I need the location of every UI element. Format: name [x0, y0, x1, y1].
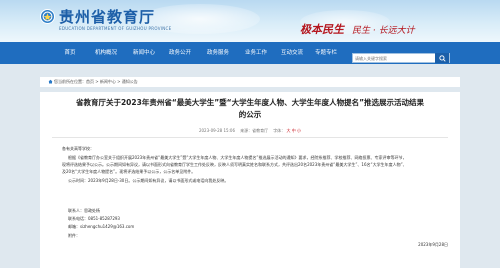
contact-email: 邮箱：sizhengchu1429@163.com [68, 224, 135, 229]
meta-date: 2023-09-28 15:06 [198, 128, 235, 133]
body-line-3: 及20名“大学生年度人物提名”。现将评选结果予以公示，公示名单见附件。 [62, 169, 196, 174]
breadcrumb-text[interactable]: 您当前所在位置：首页 > 新闻中心 > 通知公告 [54, 79, 138, 84]
search-box [352, 53, 450, 63]
site-header: 贵州省教育厅 EDUCATION DEPARTMENT OF GUIZHOU P… [0, 0, 500, 42]
nav-item-interaction[interactable]: 互动交流 [278, 42, 306, 64]
body-line-2: 现将评选结果予以公示。公示期间如有异议，请以书面形式向省教育厅学生工作处反映，反… [62, 162, 407, 167]
home-icon [48, 79, 53, 84]
slogan-sub: 民生 · 长远大计 [352, 26, 415, 36]
breadcrumb-bar: 您当前所在位置：首页 > 新闻中心 > 通知公告 [40, 77, 460, 87]
article-title: 省教育厅关于2023年贵州省“最美大学生”暨“大学生年度人物、大学生年度人物提名… [40, 97, 460, 121]
breadcrumb: 您当前所在位置：首页 > 新闻中心 > 通知公告 [48, 77, 138, 87]
search-button[interactable] [435, 53, 449, 63]
contact-person: 联系人：思政处杨 [68, 208, 100, 213]
nav-item-topics[interactable]: 专题专栏 [312, 42, 340, 64]
article-panel: 省教育厅关于2023年贵州省“最美大学生”暨“大学生年度人物、大学生年度人物提名… [40, 92, 460, 268]
meta-source: 来源：省教育厅 [240, 128, 269, 133]
nav-item-organization[interactable]: 机构概况 [92, 42, 120, 64]
attachment-label: 附件： [68, 233, 80, 238]
nav-item-news[interactable]: 新闻中心 [130, 42, 158, 64]
meta-font-label: 字体： [273, 128, 286, 133]
site-subtitle: EDUCATION DEPARTMENT OF GUIZHOU PROVINCE [59, 26, 172, 31]
nav-item-gov-open[interactable]: 政务公开 [166, 42, 194, 64]
emblem-logo[interactable] [40, 9, 55, 24]
nav-item-home[interactable]: 首页 [62, 42, 78, 64]
contact-phone: 联系电话：0851-85287293 [68, 216, 120, 221]
meta-divider [52, 137, 448, 138]
publish-date: 2023年9月28日 [418, 242, 448, 247]
site-title[interactable]: 贵州省教育厅 [59, 6, 155, 27]
body-line-1: 根据《省教育厅办公室关于组织开展2023年贵州省“最美大学生”暨“大学生年度人物… [68, 155, 407, 160]
font-size-medium[interactable]: 中 [292, 128, 296, 133]
article-meta: 2023-09-28 15:06 来源：省教育厅 字体： 大 中 小 [40, 128, 460, 134]
article-title-line2: 的公示 [238, 110, 262, 119]
search-input[interactable] [355, 54, 433, 62]
font-size-small[interactable]: 小 [297, 128, 301, 133]
page: 贵州省教育厅 EDUCATION DEPARTMENT OF GUIZHOU P… [0, 0, 500, 268]
nav-item-gov-service[interactable]: 政务服务 [204, 42, 232, 64]
search-icon [438, 54, 446, 62]
nav-item-business[interactable]: 业务工作 [242, 42, 270, 64]
font-size-large[interactable]: 大 [286, 128, 290, 133]
body-line-4: 公示时间：2023年9月28日-30日。公示期间如有异议，请以书面形式或电话向我… [68, 178, 229, 183]
greeting: 各有关高等学校： [62, 146, 94, 151]
article-title-line1: 省教育厅关于2023年贵州省“最美大学生”暨“大学生年度人物、大学生年度人物提名… [75, 98, 425, 107]
slogan-main: 极本民生 [300, 23, 344, 36]
